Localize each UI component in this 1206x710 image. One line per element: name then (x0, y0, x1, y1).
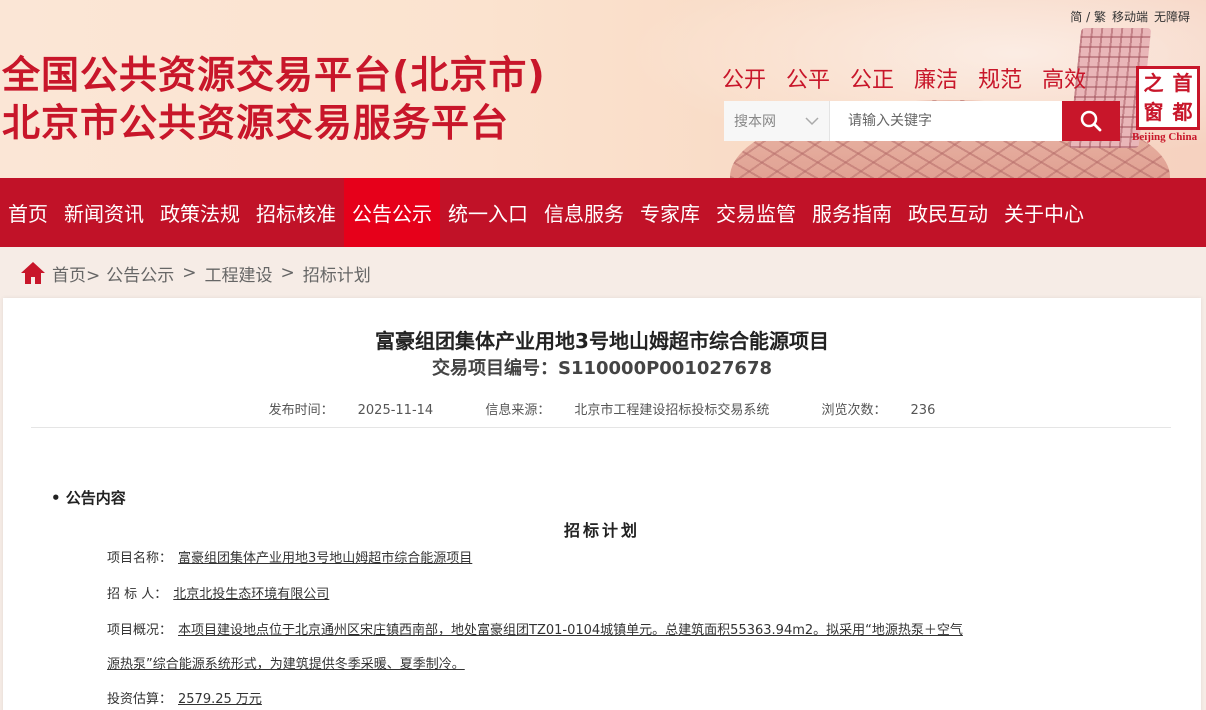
budget-value: 2579.25 万元 (178, 692, 262, 707)
project-name-label: 项目名称： (107, 551, 173, 566)
site-title-line1: 全国公共资源交易平台(北京市) (2, 53, 546, 97)
source-value: 北京市工程建设招标投标交易系统 (574, 403, 770, 418)
slogan: 公开 (722, 68, 767, 93)
article-title: 富豪组团集体产业用地3号地山姆超市综合能源项目 (375, 329, 829, 353)
capital-window-logo: 之 首 窗 都 (1136, 66, 1200, 130)
article-panel: 富豪组团集体产业用地3号地山姆超市综合能源项目 交易项目编号：S110000P0… (3, 298, 1201, 710)
logo-subtitle: Beijing China (1132, 131, 1198, 143)
search-icon (1080, 110, 1102, 132)
nav-item-expert-pool[interactable]: 专家库 (632, 178, 708, 247)
top-links: 简 / 繁 移动端 无障碍 (1070, 8, 1190, 25)
tenderer-value: 北京北投生态环境有限公司 (173, 587, 330, 602)
breadcrumb-item[interactable]: 工程建设 (205, 261, 273, 286)
project-name-row: 项目名称： 富豪组团集体产业用地3号地山姆超市综合能源项目 (107, 547, 472, 566)
publish-info: 发布时间： 2025-11-14 (257, 403, 446, 418)
nav-item-policy[interactable]: 政策法规 (152, 178, 248, 247)
breadcrumb-item-current: 招标计划 (302, 265, 371, 286)
breadcrumb-item[interactable]: 公告公示 (106, 261, 174, 286)
budget-row: 投资估算： 2579.25 万元 (107, 688, 262, 707)
views-count: 236 (910, 403, 936, 418)
nav-item-news[interactable]: 新闻资讯 (56, 178, 152, 247)
breadcrumb: 首页> 公告公示 > 工程建设 > 招标计划 (20, 258, 371, 288)
overview-row-continued: 源热泵”综合能源系统形式，为建筑提供冬季采暖、夏季制冷。 (107, 653, 465, 672)
nav-item-home[interactable]: 首页 (0, 178, 56, 247)
site-header: 简 / 繁 移动端 无障碍 全国公共资源交易平台(北京市) 北京市公共资源交易服… (0, 0, 1206, 178)
search-box: 搜本网 (724, 101, 1120, 141)
site-title-line2: 北京市公共资源交易服务平台 (2, 101, 510, 145)
breadcrumb-home[interactable]: 首页> (52, 261, 100, 286)
logo-char: 首 (1172, 71, 1193, 95)
slogan: 高效 (1042, 68, 1087, 93)
breadcrumb-separator: > (182, 263, 197, 283)
nav-item-info-service[interactable]: 信息服务 (536, 178, 632, 247)
nav-item-unified-entry[interactable]: 统一入口 (440, 178, 536, 247)
home-icon[interactable] (20, 261, 46, 285)
logo-char: 都 (1172, 100, 1193, 124)
slogan: 规范 (978, 68, 1023, 93)
publish-date: 2025-11-14 (357, 403, 434, 418)
source-label: 信息来源： (485, 403, 551, 418)
publish-label: 发布时间： (268, 403, 334, 418)
tenderer-label: 招 标 人： (107, 587, 168, 602)
mobile-link[interactable]: 移动端 (1112, 8, 1148, 25)
overview-row: 项目概况： 本项目建设地点位于北京通州区宋庄镇西南部，地处富豪组团TZ01-010… (107, 619, 963, 638)
nav-item-supervision[interactable]: 交易监管 (708, 178, 804, 247)
logo-char: 之 (1143, 71, 1164, 95)
project-code: 交易项目编号：S110000P001027678 (431, 358, 773, 379)
search-scope-label: 搜本网 (734, 114, 776, 130)
nav-item-tender-approval[interactable]: 招标核准 (248, 178, 344, 247)
slogans: 公开 公平 公正 廉洁 规范 高效 (722, 62, 1086, 94)
nav-item-about[interactable]: 关于中心 (996, 178, 1092, 247)
section-heading: • 公告内容 (51, 489, 126, 507)
search-scope-select[interactable]: 搜本网 (724, 101, 830, 141)
views-label: 浏览次数： (821, 403, 887, 418)
chevron-down-icon (805, 117, 819, 126)
overview-value-line1: 本项目建设地点位于北京通州区宋庄镇西南部，地处富豪组团TZ01-0104城镇单元… (178, 623, 963, 638)
views-info: 浏览次数： 236 (810, 403, 948, 418)
divider (31, 427, 1171, 428)
logo-char: 窗 (1143, 100, 1164, 124)
lang-switch-link[interactable]: 简 / 繁 (1070, 8, 1106, 25)
search-button[interactable] (1062, 101, 1120, 141)
project-name-value: 富豪组团集体产业用地3号地山姆超市综合能源项目 (178, 551, 473, 566)
source-info: 信息来源： 北京市工程建设招标投标交易系统 (473, 403, 781, 418)
slogan: 公正 (850, 68, 895, 93)
main-nav: 首页 新闻资讯 政策法规 招标核准 公告公示 统一入口 信息服务 专家库 交易监… (0, 178, 1206, 247)
overview-value-line2: 源热泵”综合能源系统形式，为建筑提供冬季采暖、夏季制冷。 (107, 657, 465, 672)
accessibility-link[interactable]: 无障碍 (1154, 8, 1190, 25)
nav-item-service-guide[interactable]: 服务指南 (804, 178, 900, 247)
plan-heading: 招标计划 (563, 521, 640, 540)
slogan: 廉洁 (914, 68, 959, 93)
nav-item-announcements[interactable]: 公告公示 (344, 178, 440, 247)
article-meta: 发布时间： 2025-11-14 信息来源： 北京市工程建设招标投标交易系统 浏览次… (3, 399, 1201, 418)
budget-label: 投资估算： (107, 692, 173, 707)
breadcrumb-separator: > (280, 263, 295, 283)
tenderer-row: 招 标 人： 北京北投生态环境有限公司 (107, 583, 329, 602)
slogan: 公平 (786, 68, 831, 93)
search-input[interactable] (830, 101, 1062, 141)
overview-label: 项目概况： (107, 623, 173, 638)
nav-item-interaction[interactable]: 政民互动 (900, 178, 996, 247)
